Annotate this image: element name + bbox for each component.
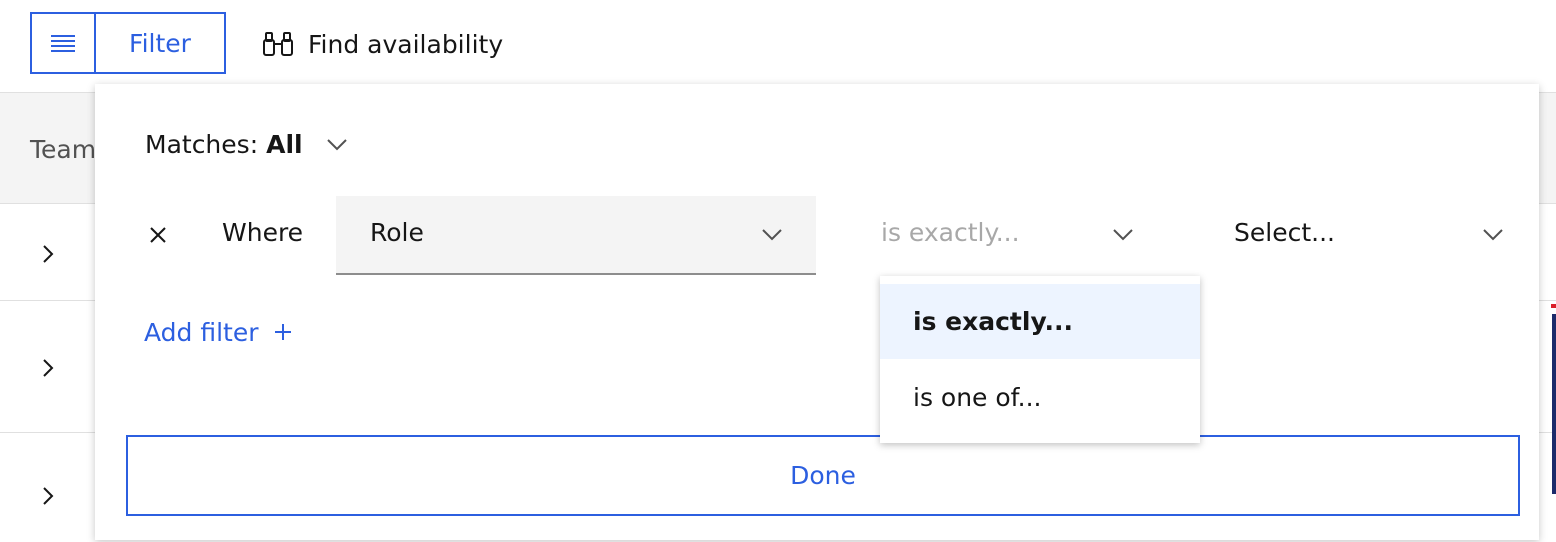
remove-condition-button[interactable] bbox=[145, 222, 171, 248]
chevron-down-icon bbox=[325, 136, 349, 152]
chevron-down-icon bbox=[1481, 226, 1505, 242]
menu-button[interactable] bbox=[32, 14, 96, 72]
add-filter-label: Add filter bbox=[144, 317, 259, 347]
matches-dropdown[interactable]: Matches: All bbox=[145, 124, 349, 164]
chevron-down-icon bbox=[1111, 226, 1135, 242]
binoculars-icon bbox=[263, 32, 293, 56]
close-icon bbox=[150, 227, 166, 243]
chevron-right-icon[interactable] bbox=[38, 356, 58, 380]
hamburger-icon bbox=[51, 35, 75, 52]
find-availability-button[interactable]: Find availability bbox=[262, 22, 503, 66]
where-label: Where bbox=[222, 218, 304, 247]
toolbar: Filter Find availability bbox=[0, 0, 1556, 92]
filter-panel: Matches: All Where Role is exactly... Se… bbox=[95, 84, 1539, 540]
edge-indicator bbox=[1552, 314, 1556, 494]
page: Filter Find availability Team Matches: A… bbox=[0, 0, 1556, 542]
find-availability-label: Find availability bbox=[308, 29, 504, 59]
operator-select-placeholder: is exactly... bbox=[881, 218, 1020, 247]
operator-menu: is exactly... is one of... bbox=[880, 276, 1200, 443]
done-button[interactable]: Done bbox=[126, 435, 1520, 516]
operator-option-is-one-of[interactable]: is one of... bbox=[880, 360, 1200, 435]
edge-indicator bbox=[1551, 304, 1556, 308]
add-filter-button[interactable]: Add filter bbox=[144, 312, 293, 352]
plus-icon bbox=[274, 324, 291, 340]
toolbar-button-group: Filter bbox=[30, 12, 226, 74]
chevron-down-icon bbox=[760, 226, 784, 242]
value-select[interactable]: Select... bbox=[1205, 196, 1515, 275]
operator-option-is-exactly[interactable]: is exactly... bbox=[880, 284, 1200, 359]
chevron-right-icon[interactable] bbox=[38, 484, 58, 508]
column-header-team[interactable]: Team bbox=[30, 135, 96, 164]
field-select[interactable]: Role bbox=[336, 196, 816, 275]
value-select-placeholder: Select... bbox=[1234, 218, 1335, 247]
field-select-value: Role bbox=[370, 218, 424, 247]
operator-select[interactable]: is exactly... bbox=[855, 196, 1145, 275]
chevron-right-icon[interactable] bbox=[38, 242, 58, 266]
filter-button[interactable]: Filter bbox=[96, 14, 224, 72]
matches-value: All bbox=[266, 129, 303, 159]
matches-label: Matches: bbox=[145, 129, 259, 159]
